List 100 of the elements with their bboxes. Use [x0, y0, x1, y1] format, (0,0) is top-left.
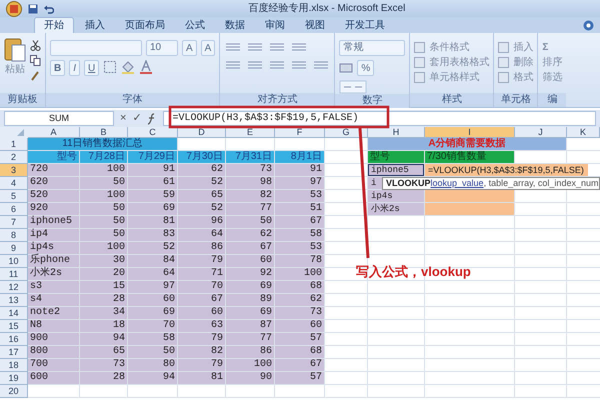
table-cell: note2 [28, 307, 80, 320]
column-header[interactable]: A [28, 127, 80, 138]
row-header[interactable]: 11 [0, 268, 28, 281]
row-header[interactable]: 6 [0, 203, 28, 216]
column-header[interactable]: C [128, 127, 178, 138]
ribbon-tab[interactable]: 审阅 [256, 18, 294, 33]
table-cell: 71 [178, 268, 226, 281]
table-cell: 100 [80, 190, 128, 203]
ribbon-tab[interactable]: 数据 [216, 18, 254, 33]
group-label: 对齐方式 [220, 93, 334, 107]
decimal-icon[interactable] [339, 80, 368, 94]
font-style-button[interactable]: B [50, 60, 66, 76]
row-header[interactable]: 14 [0, 307, 28, 320]
enter-button[interactable]: ✓ [132, 110, 142, 127]
column-header[interactable]: J [515, 127, 567, 138]
border-icon[interactable] [103, 60, 118, 74]
table-cell: 720 [28, 164, 80, 177]
number-format-field[interactable]: 常规 [339, 40, 406, 56]
font-size-field[interactable]: 10 [146, 40, 178, 56]
row-header[interactable]: 9 [0, 242, 28, 255]
column-header[interactable]: B [80, 127, 128, 138]
table-cell: s4 [28, 294, 80, 307]
row-header[interactable]: 16 [0, 333, 28, 346]
copy-icon[interactable] [30, 55, 41, 66]
table-cell: 77 [226, 203, 275, 216]
table-cell: 62 [178, 164, 226, 177]
ribbon-tab[interactable]: 开始 [34, 17, 74, 33]
clipboard-icon[interactable] [4, 36, 26, 62]
brush-icon[interactable] [30, 70, 41, 81]
font-style-button[interactable]: U [84, 60, 100, 76]
font-style-button[interactable]: I [69, 60, 80, 76]
table-cell: 97 [128, 281, 178, 294]
office-button[interactable] [6, 0, 22, 16]
format-icon [498, 42, 510, 53]
column-header[interactable]: H [368, 127, 425, 138]
row-header[interactable]: 4 [0, 177, 28, 190]
row-header[interactable]: 18 [0, 359, 28, 372]
scissors-icon[interactable] [30, 40, 41, 51]
table-cell: 80 [128, 359, 178, 372]
ribbon-tab[interactable]: 页面布局 [116, 18, 174, 33]
font-size-button[interactable]: A [200, 40, 216, 56]
percent-button[interactable]: % [357, 60, 374, 76]
formula-cell[interactable]: =VLOOKUP(H3,$A$3:$F$19,5,FALSE) [425, 164, 588, 176]
table-cell: ip4 [28, 229, 80, 242]
row-header[interactable]: 13 [0, 294, 28, 307]
table-cell: 52 [128, 242, 178, 255]
row-header[interactable]: 3 [0, 164, 28, 177]
row-header[interactable]: 7 [0, 216, 28, 229]
function-tooltip: VLOOKUPlookup_value, table_array, col_index_num [382, 177, 600, 190]
ribbon-tab[interactable]: 公式 [176, 18, 214, 33]
font-color-icon[interactable] [139, 60, 154, 74]
column-title: 型号 [368, 151, 425, 164]
ribbon-tab[interactable]: 视图 [296, 18, 334, 33]
undo-icon[interactable] [44, 4, 54, 14]
row-header[interactable]: 17 [0, 346, 28, 359]
table-cell: s3 [28, 281, 80, 294]
font-name-field[interactable] [50, 40, 142, 56]
row-header[interactable]: 19 [0, 372, 28, 385]
row-header[interactable]: 20 [0, 385, 28, 398]
table-cell: 100 [80, 164, 128, 177]
formula-field[interactable]: =VLOOKUP(H3,$A$3:$F$19,5,FALSE) [163, 111, 596, 126]
row-header[interactable]: 1 [0, 138, 28, 151]
font-size-button[interactable]: A [182, 40, 197, 56]
table-cell: 69 [128, 203, 178, 216]
table-cell: 81 [128, 216, 178, 229]
fill-bucket-icon[interactable] [121, 60, 136, 74]
column-header[interactable]: I [425, 127, 515, 138]
table-cell: 28 [80, 294, 128, 307]
table-cell: 30 [80, 255, 128, 268]
table-cell: 96 [178, 216, 226, 229]
table-cell: 81 [178, 372, 226, 385]
row-header[interactable]: 15 [0, 320, 28, 333]
table-cell: 87 [226, 320, 275, 333]
table-cell: 52 [178, 203, 226, 216]
cancel-button[interactable]: × [120, 110, 126, 127]
table-cell: 67 [275, 216, 325, 229]
name-box[interactable]: SUM [4, 111, 114, 126]
row-header[interactable]: 2 [0, 151, 28, 164]
table-cell: 100 [275, 268, 325, 281]
format-icon [414, 72, 426, 83]
table-cell: 73 [80, 359, 128, 372]
table-cell: 92 [226, 268, 275, 281]
table-cell: 34 [80, 307, 128, 320]
ribbon-tab[interactable]: 开发工具 [336, 18, 394, 33]
table-cell: 86 [226, 346, 275, 359]
table-cell: ip4s [368, 190, 425, 203]
table-cell: 65 [178, 190, 226, 203]
save-icon[interactable] [28, 4, 38, 14]
annotation-text: 写入公式，vlookup [356, 263, 471, 281]
row-header[interactable]: 8 [0, 229, 28, 242]
column-header[interactable]: K [567, 127, 600, 138]
row-header[interactable]: 12 [0, 281, 28, 294]
table-cell: 57 [275, 333, 325, 346]
row-header[interactable]: 10 [0, 255, 28, 268]
ribbon-tab[interactable]: 插入 [76, 18, 114, 33]
table-cell: 78 [275, 255, 325, 268]
table-cell: 小米2s [368, 203, 425, 216]
table-cell: 69 [128, 307, 178, 320]
table-cell: 60 [226, 255, 275, 268]
row-header[interactable]: 5 [0, 190, 28, 203]
